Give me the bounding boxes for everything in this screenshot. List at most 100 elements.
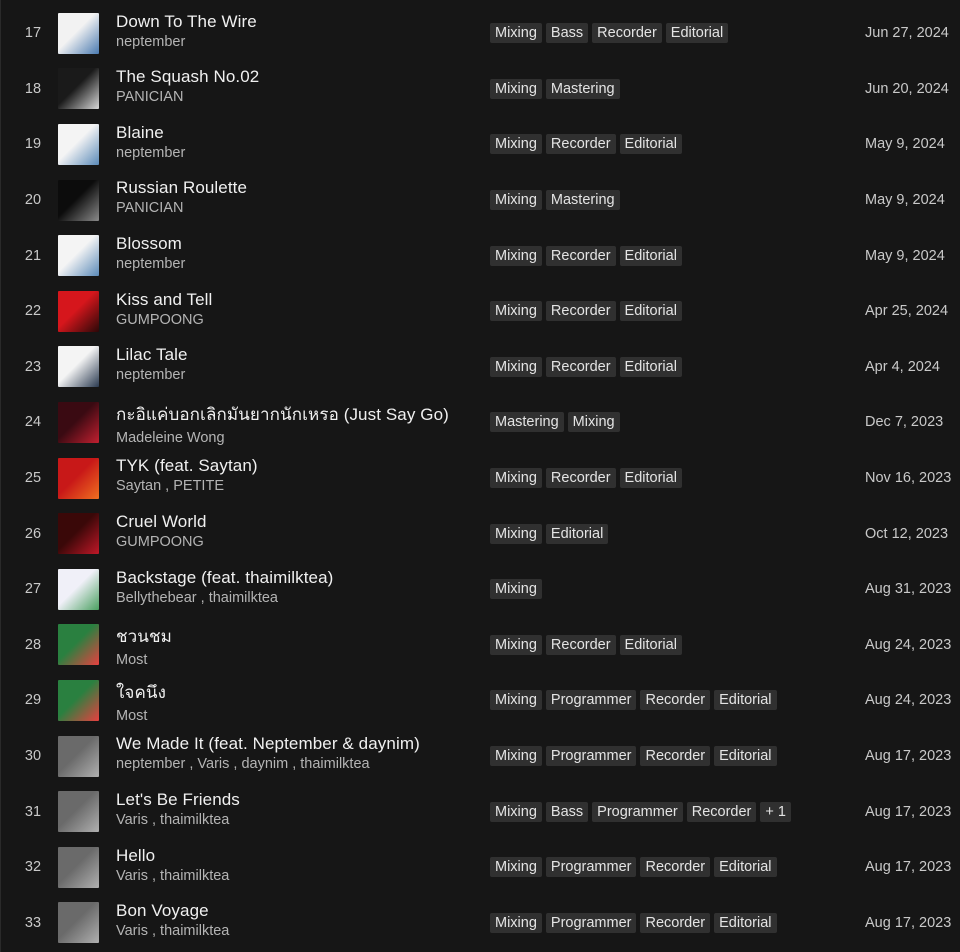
track-artist[interactable]: Most bbox=[116, 708, 166, 724]
track-title[interactable]: Cruel World bbox=[116, 512, 207, 532]
track-title[interactable]: Blossom bbox=[116, 234, 185, 254]
track-row[interactable]: 18 The Squash No.02 PANICIAN Mixing Masterin… bbox=[1, 61, 960, 117]
track-title[interactable]: Blaine bbox=[116, 123, 185, 143]
track-number: 20 bbox=[24, 192, 42, 209]
release-date: May 9, 2024 bbox=[865, 247, 945, 264]
track-row[interactable]: 30 We Made It (feat. Neptember & daynim) n… bbox=[1, 728, 960, 784]
track-row[interactable]: 22 Kiss and Tell GUMPOONG Mixing Recorder Edi… bbox=[1, 284, 960, 340]
album-art-thumbnail[interactable] bbox=[58, 513, 99, 555]
album-art-thumbnail[interactable] bbox=[58, 846, 99, 888]
album-art-thumbnail[interactable] bbox=[58, 290, 99, 332]
album-art-thumbnail[interactable] bbox=[58, 68, 99, 110]
album-art-thumbnail[interactable] bbox=[58, 346, 99, 388]
track-title[interactable]: Bon Voyage bbox=[116, 901, 229, 921]
track-row[interactable]: 19 Blaine neptember Mixing Recorder Editorial… bbox=[1, 117, 960, 173]
credit-tag: Mixing bbox=[490, 634, 542, 655]
track-artist[interactable]: neptember , Varis , daynim , thaimilktea bbox=[116, 756, 420, 772]
credit-tag: Mixing bbox=[490, 78, 542, 99]
track-row[interactable]: 17 Down To The Wire neptember Mixing Bass Rec… bbox=[1, 6, 960, 62]
credit-tag: Editorial bbox=[619, 634, 682, 655]
credit-tag: Editorial bbox=[619, 356, 682, 377]
track-title[interactable]: Kiss and Tell bbox=[116, 290, 212, 310]
credit-tags: Mixing bbox=[490, 579, 542, 600]
track-artist[interactable]: Madeleine Wong bbox=[116, 430, 449, 446]
track-artist[interactable]: neptember bbox=[116, 34, 257, 50]
track-artist[interactable]: Varis , thaimilktea bbox=[116, 812, 240, 828]
track-title[interactable]: TYK (feat. Saytan) bbox=[116, 456, 258, 476]
credit-tag: Mixing bbox=[490, 190, 542, 211]
track-row[interactable]: 29 ใจคนึง Most Mixing Programmer Recorder Edit… bbox=[1, 673, 960, 729]
credit-tag: Mixing bbox=[490, 523, 542, 544]
track-row[interactable]: 32 Hello Varis , thaimilktea Mixing Programm… bbox=[1, 840, 960, 896]
album-art-thumbnail[interactable] bbox=[58, 568, 99, 610]
track-row[interactable]: 28 ชวนชม Most Mixing Recorder Editorial Aug 24… bbox=[1, 617, 960, 673]
credit-tag: Bass bbox=[545, 23, 589, 44]
track-row[interactable]: 33 Bon Voyage Varis , thaimilktea Mixing Pro… bbox=[1, 895, 960, 951]
track-title[interactable]: ชวนชม bbox=[116, 623, 172, 650]
track-number: 31 bbox=[24, 803, 42, 820]
credit-tag: Mastering bbox=[490, 412, 564, 433]
album-art-thumbnail[interactable] bbox=[58, 902, 99, 944]
more-tags-badge[interactable]: + 1 bbox=[760, 801, 791, 822]
credit-tag: Editorial bbox=[714, 690, 777, 711]
track-number: 23 bbox=[24, 358, 42, 375]
credit-tag: Recorder bbox=[545, 634, 616, 655]
album-art-thumbnail[interactable] bbox=[58, 457, 99, 499]
track-row[interactable]: 24 กะอิแค่บอกเลิกมันยากนักเหรอ (Just Say … bbox=[1, 395, 960, 451]
track-info: ใจคนึง Most bbox=[116, 679, 166, 724]
credit-tags: Mastering Mixing bbox=[490, 412, 620, 433]
album-art-thumbnail[interactable] bbox=[58, 235, 99, 277]
track-number: 27 bbox=[24, 581, 42, 598]
track-title[interactable]: กะอิแค่บอกเลิกมันยากนักเหรอ (Just Say Go… bbox=[116, 401, 449, 428]
track-title[interactable]: Down To The Wire bbox=[116, 12, 257, 32]
track-artist[interactable]: GUMPOONG bbox=[116, 534, 207, 550]
track-row[interactable]: 26 Cruel World GUMPOONG Mixing Editorial Oct … bbox=[1, 506, 960, 562]
release-date: May 9, 2024 bbox=[865, 136, 945, 153]
track-title[interactable]: The Squash No.02 bbox=[116, 67, 259, 87]
track-info: We Made It (feat. Neptember & daynim) nep… bbox=[116, 734, 420, 772]
album-art-thumbnail[interactable] bbox=[58, 624, 99, 666]
track-artist[interactable]: Varis , thaimilktea bbox=[116, 923, 229, 939]
track-row[interactable]: 25 TYK (feat. Saytan) Saytan , PETITE Mixin… bbox=[1, 450, 960, 506]
track-artist[interactable]: PANICIAN bbox=[116, 200, 247, 216]
track-row[interactable]: 21 Blossom neptember Mixing Recorder Editoria… bbox=[1, 228, 960, 284]
track-artist[interactable]: PANICIAN bbox=[116, 89, 259, 105]
track-row[interactable]: 20 Russian Roulette PANICIAN Mixing Masterin… bbox=[1, 172, 960, 228]
track-title[interactable]: Russian Roulette bbox=[116, 178, 247, 198]
track-title[interactable]: Hello bbox=[116, 846, 229, 866]
track-info: Russian Roulette PANICIAN bbox=[116, 178, 247, 216]
track-title[interactable]: Let's Be Friends bbox=[116, 790, 240, 810]
track-title[interactable]: We Made It (feat. Neptember & daynim) bbox=[116, 734, 420, 754]
album-art-thumbnail[interactable] bbox=[58, 401, 99, 443]
credit-tag: Mixing bbox=[490, 301, 542, 322]
track-artist[interactable]: Saytan , PETITE bbox=[116, 478, 258, 494]
album-art-thumbnail[interactable] bbox=[58, 735, 99, 777]
track-artist[interactable]: GUMPOONG bbox=[116, 312, 212, 328]
track-artist[interactable]: neptember bbox=[116, 367, 188, 383]
track-title[interactable]: Backstage (feat. thaimilktea) bbox=[116, 568, 333, 588]
album-art-thumbnail[interactable] bbox=[58, 12, 99, 54]
track-artist[interactable]: Most bbox=[116, 652, 172, 668]
track-title[interactable]: ใจคนึง bbox=[116, 679, 166, 706]
album-art-thumbnail[interactable] bbox=[58, 179, 99, 221]
track-number: 26 bbox=[24, 525, 42, 542]
track-info: TYK (feat. Saytan) Saytan , PETITE bbox=[116, 456, 258, 494]
track-artist[interactable]: neptember bbox=[116, 256, 185, 272]
track-artist[interactable]: Varis , thaimilktea bbox=[116, 868, 229, 884]
album-art-thumbnail[interactable] bbox=[58, 679, 99, 721]
track-row[interactable]: 31 Let's Be Friends Varis , thaimilktea Mix… bbox=[1, 784, 960, 840]
album-art-thumbnail[interactable] bbox=[58, 791, 99, 833]
track-number: 24 bbox=[24, 414, 42, 431]
track-number: 29 bbox=[24, 692, 42, 709]
track-row[interactable]: 27 Backstage (feat. thaimilktea) Bellytheb… bbox=[1, 562, 960, 618]
track-artist[interactable]: Bellythebear , thaimilktea bbox=[116, 590, 333, 606]
track-info: Hello Varis , thaimilktea bbox=[116, 846, 229, 884]
track-artist[interactable]: neptember bbox=[116, 145, 185, 161]
credit-tag: Mixing bbox=[490, 245, 542, 266]
track-title[interactable]: Lilac Tale bbox=[116, 345, 188, 365]
track-row[interactable]: 23 Lilac Tale neptember Mixing Recorder Edito… bbox=[1, 339, 960, 395]
credit-tag: Mixing bbox=[490, 746, 542, 767]
track-info: Kiss and Tell GUMPOONG bbox=[116, 290, 212, 328]
album-art-thumbnail[interactable] bbox=[58, 123, 99, 165]
credit-tags: Mixing Bass Recorder Editorial bbox=[490, 23, 729, 44]
